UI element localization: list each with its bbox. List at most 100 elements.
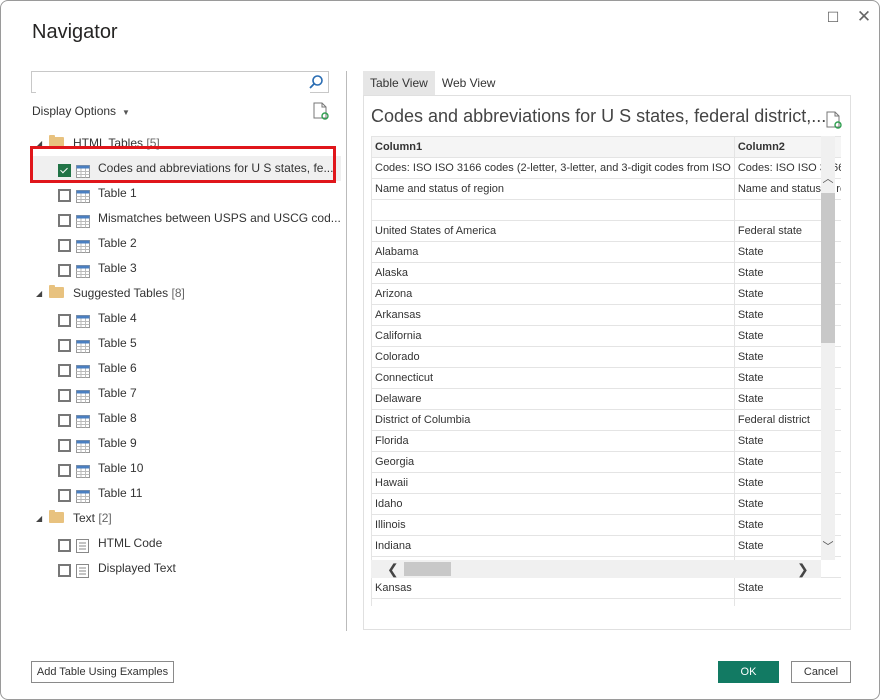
checkbox[interactable] bbox=[58, 364, 71, 377]
tree-item[interactable]: Table 4 bbox=[31, 306, 341, 331]
preview-table: Column1 Column2 Codes: ISO ISO 3166 code… bbox=[371, 136, 841, 606]
search-input[interactable] bbox=[36, 73, 310, 93]
checkbox[interactable] bbox=[58, 264, 71, 277]
scroll-up-icon[interactable]: ︿ bbox=[821, 170, 835, 186]
table-row: Name and status of region Name and status… bbox=[371, 178, 841, 200]
scroll-right-icon[interactable]: ❯ bbox=[797, 560, 809, 578]
ok-button[interactable]: OK bbox=[718, 661, 779, 683]
checkbox[interactable] bbox=[58, 439, 71, 452]
scroll-left-icon[interactable]: ❮ bbox=[387, 560, 399, 578]
scroll-down-icon[interactable]: ﹀ bbox=[821, 538, 835, 554]
table-row: Codes: ISO ISO 3166 codes (2-letter, 3-l… bbox=[371, 157, 841, 179]
checkbox[interactable] bbox=[58, 339, 71, 352]
table-row: United States of America Federal state bbox=[371, 220, 841, 242]
folder-icon bbox=[49, 135, 64, 148]
search-icon[interactable] bbox=[308, 74, 324, 95]
tree-item-label: Table 3 bbox=[98, 261, 137, 275]
caret-down-icon: ▼ bbox=[122, 108, 130, 117]
display-options-dropdown[interactable]: Display Options ▼ bbox=[32, 104, 130, 118]
table-cell: Alabama bbox=[371, 241, 735, 263]
horizontal-scroll-thumb[interactable] bbox=[404, 562, 451, 576]
tree-item[interactable]: Table 6 bbox=[31, 356, 341, 381]
tree-item[interactable]: Displayed Text bbox=[31, 556, 341, 581]
table-cell: California bbox=[371, 325, 735, 347]
checkbox[interactable] bbox=[58, 414, 71, 427]
tree-folder[interactable]: ◢ Text [2] bbox=[31, 506, 341, 531]
checkbox[interactable] bbox=[58, 564, 71, 577]
tab-table-view[interactable]: Table View bbox=[363, 71, 435, 95]
table-cell: Arizona bbox=[371, 283, 735, 305]
tree-item-label: Table 5 bbox=[98, 336, 137, 350]
text-doc-icon bbox=[76, 562, 89, 587]
checkbox[interactable] bbox=[58, 239, 71, 252]
checkbox[interactable] bbox=[58, 314, 71, 327]
column-header[interactable]: Column1 bbox=[371, 136, 735, 158]
tree-folder[interactable]: ◢ HTML Tables [5] bbox=[31, 131, 341, 156]
table-row: Kansas State bbox=[371, 577, 841, 599]
table-row: Illinois State bbox=[371, 514, 841, 536]
tree-item[interactable]: Table 11 bbox=[31, 481, 341, 506]
table-cell bbox=[733, 598, 841, 606]
table-row: Idaho State bbox=[371, 493, 841, 515]
refresh-icon[interactable] bbox=[313, 102, 329, 125]
tree-item[interactable]: Table 3 bbox=[31, 256, 341, 281]
close-icon[interactable]: ✕ bbox=[854, 7, 874, 27]
folder-name: Suggested Tables bbox=[73, 286, 169, 300]
maximize-icon[interactable]: ☐ bbox=[823, 7, 843, 27]
expand-triangle-icon[interactable]: ◢ bbox=[36, 281, 42, 306]
tree-item[interactable]: Table 2 bbox=[31, 231, 341, 256]
expand-triangle-icon[interactable]: ◢ bbox=[36, 506, 42, 531]
table-row: Colorado State bbox=[371, 346, 841, 368]
tab-web-view[interactable]: Web View bbox=[435, 71, 503, 95]
table-cell: Indiana bbox=[371, 535, 735, 557]
table-cell: Connecticut bbox=[371, 367, 735, 389]
cancel-button[interactable]: Cancel bbox=[791, 661, 851, 683]
add-table-using-examples-button[interactable]: Add Table Using Examples bbox=[31, 661, 174, 683]
table-cell: United States of America bbox=[371, 220, 735, 242]
expand-triangle-icon[interactable]: ◢ bbox=[36, 131, 42, 156]
tree-item-label: HTML Code bbox=[98, 536, 163, 550]
tree-item-label: Table 10 bbox=[98, 461, 144, 475]
horizontal-scrollbar[interactable]: ❮ ❯ bbox=[371, 560, 821, 578]
preview-grid: Column1 Column2 Codes: ISO ISO 3166 code… bbox=[371, 136, 841, 606]
checkbox[interactable] bbox=[58, 489, 71, 502]
vertical-scroll-thumb[interactable] bbox=[821, 193, 835, 343]
search-box[interactable] bbox=[31, 71, 329, 93]
checkbox[interactable] bbox=[58, 539, 71, 552]
checkbox[interactable] bbox=[58, 389, 71, 402]
tree-item-label: Table 4 bbox=[98, 311, 137, 325]
tree-item[interactable]: HTML Code bbox=[31, 531, 341, 556]
tree-item-label: Table 2 bbox=[98, 236, 137, 250]
tree-item[interactable]: Table 1 bbox=[31, 181, 341, 206]
tree-item[interactable]: Table 8 bbox=[31, 406, 341, 431]
checkbox[interactable] bbox=[58, 214, 71, 227]
checkbox[interactable] bbox=[58, 164, 71, 177]
tree-folder[interactable]: ◢ Suggested Tables [8] bbox=[31, 281, 341, 306]
table-cell: State bbox=[733, 577, 841, 599]
tree-item[interactable]: Table 9 bbox=[31, 431, 341, 456]
table-row: District of Columbia Federal district bbox=[371, 409, 841, 431]
table-cell: Idaho bbox=[371, 493, 735, 515]
folder-icon bbox=[49, 285, 64, 298]
tree-item[interactable]: Codes and abbreviations for U S states, … bbox=[31, 156, 341, 181]
tree-item[interactable]: Table 10 bbox=[31, 456, 341, 481]
table-cell: Colorado bbox=[371, 346, 735, 368]
tree-item[interactable]: Table 7 bbox=[31, 381, 341, 406]
vertical-scrollbar[interactable]: ︿ ﹀ bbox=[821, 136, 835, 560]
checkbox[interactable] bbox=[58, 464, 71, 477]
folder-label: Text [2] bbox=[73, 506, 112, 531]
pane-divider bbox=[346, 71, 347, 631]
table-cell: Illinois bbox=[371, 514, 735, 536]
tree-item-label: Table 1 bbox=[98, 186, 137, 200]
checkbox[interactable] bbox=[58, 189, 71, 202]
tree-item[interactable]: Mismatches between USPS and USCG cod... bbox=[31, 206, 341, 231]
preview-pane: Codes and abbreviations for U S states, … bbox=[363, 95, 851, 630]
table-row: Alabama State bbox=[371, 241, 841, 263]
dialog-title: Navigator bbox=[32, 21, 118, 43]
tree-item-label: Table 9 bbox=[98, 436, 137, 450]
preview-refresh-icon[interactable] bbox=[826, 111, 842, 134]
tree-item[interactable]: Table 5 bbox=[31, 331, 341, 356]
table-cell: Delaware bbox=[371, 388, 735, 410]
preview-tabs: Table View Web View bbox=[363, 71, 502, 95]
tree-item-label: Mismatches between USPS and USCG cod... bbox=[98, 211, 341, 225]
